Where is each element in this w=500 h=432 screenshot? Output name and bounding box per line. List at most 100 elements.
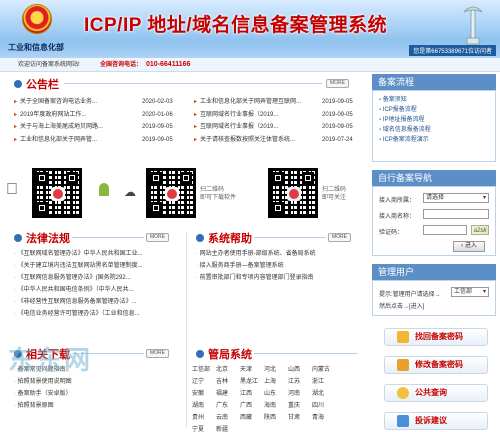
list-item[interactable]: 《互联网域名管理办法》中华人民共和国工业... (14, 248, 184, 260)
province-link[interactable]: 山西 (288, 366, 312, 374)
process-link[interactable]: ICP报备流程 (379, 105, 489, 115)
list-item[interactable]: ▸ 关于全国备案咨询电话业务... 2020-02-03 (14, 96, 190, 109)
province-link[interactable]: 重庆 (288, 402, 312, 410)
list-item[interactable]: 《关于建立境内违法互联网站黑名单管理制度... (14, 260, 184, 272)
monument-icon (463, 6, 483, 45)
watermark-logo: 东东网 (8, 345, 93, 375)
process-link[interactable]: ICP备案流程演示 (379, 135, 489, 145)
list-item[interactable]: 拍照背景使用说明图 (14, 376, 72, 388)
welcome-bar: 欢迎访问备案系统网站! 全国咨询电话： 010-66411166 (0, 58, 500, 72)
list-item[interactable]: 《电信业务经营许可管理办法》（工业和信息... (14, 308, 184, 320)
province-link[interactable]: 云南 (216, 414, 240, 422)
captcha-input[interactable] (423, 225, 467, 235)
follow-qr-code (268, 168, 318, 218)
province-link[interactable]: 青海 (312, 414, 336, 422)
province-link[interactable]: 陕西 (264, 414, 288, 422)
list-item[interactable]: 拍照背景原图 (14, 400, 72, 412)
process-link[interactable]: 备案须知 (379, 95, 489, 105)
province-link[interactable]: 内蒙古 (312, 366, 336, 374)
arrow-icon: › (461, 243, 464, 249)
help-more-button[interactable]: MORE (328, 233, 351, 242)
enter-button[interactable]: › 进入 (453, 241, 485, 252)
process-link[interactable]: IP地址报备流程 (379, 115, 489, 125)
captcha-image[interactable]: a2sk (471, 225, 489, 235)
bullet-icon (196, 234, 204, 242)
self-filing-header: 自行备案导航 (372, 170, 496, 186)
site-title: ICP/IP 地址/域名信息备案管理系统 (84, 15, 388, 36)
title-rule (72, 237, 144, 238)
list-item[interactable]: 《中华人民共和国电信条例》（中华人民共... (14, 284, 184, 296)
bullet-icon (14, 234, 22, 242)
province-link[interactable]: 贵州 (192, 414, 216, 422)
title-rule (64, 83, 322, 84)
province-link[interactable]: 上海 (264, 378, 288, 386)
bullet-icon (196, 350, 204, 358)
province-link[interactable]: 吉林 (216, 378, 240, 386)
laws-more-button[interactable]: MORE (146, 233, 169, 242)
province-link[interactable]: 新疆 (216, 426, 240, 432)
complaint-button[interactable]: 投诉建议 (384, 412, 488, 430)
search-icon (397, 387, 409, 399)
province-link[interactable]: 工信部 (192, 366, 216, 374)
province-link[interactable]: 河北 (264, 366, 288, 374)
list-item[interactable]: ▸ 工业和信息化部关于网弄管理互联网... 2019-09-05 (194, 96, 360, 109)
edit-icon (397, 359, 409, 371)
welcome-text: 欢迎访问备案系统网站! (18, 62, 80, 68)
list-item[interactable]: 《非经营性互联网信息服务备案管理办法》... (14, 296, 184, 308)
province-link[interactable]: 山东 (264, 390, 288, 398)
province-link[interactable]: 辽宁 (192, 378, 216, 386)
province-link[interactable]: 江苏 (288, 378, 312, 386)
list-item[interactable]: ▸ 2019年度政府网站工作... 2020-01-06 (14, 109, 190, 122)
province-link[interactable]: 湖北 (312, 390, 336, 398)
province-link[interactable]: 甘肃 (288, 414, 312, 422)
list-item[interactable]: ▸ 互联网域名行业事报（2019... 2019-09-05 (194, 121, 360, 134)
province-link[interactable]: 福建 (216, 390, 240, 398)
laws-panel: 法律法规 MORE 《互联网域名管理办法》中华人民共和国工业... 《关于建立境… (8, 228, 184, 332)
province-link[interactable]: 四川 (312, 402, 336, 410)
province-link[interactable]: 西藏 (240, 414, 264, 422)
list-item[interactable]: 接入服务商手册—备案管理系统 (196, 260, 364, 272)
list-item[interactable]: 网站主办者使用手册-部级系统、省备局系统 (196, 248, 364, 260)
download-qr-code (146, 168, 196, 218)
province-select[interactable]: 请选择 (423, 193, 489, 203)
list-item[interactable]: ▸ 关于与海上海美尾成地贝网路... 2019-09-05 (14, 121, 190, 134)
public-query-button[interactable]: 公共查询 (384, 384, 488, 402)
admin-box: 提示:管理用户请选择→ 工信部 然后点击→[进入] (372, 280, 496, 316)
province-link[interactable]: 浙江 (312, 378, 336, 386)
hotline-label: 全国咨询电话： (100, 62, 143, 68)
province-grid: 工信部 北京 天津 河北 山西 内蒙古 辽宁 吉林 黑龙江 上海 江苏 浙江 安… (192, 366, 336, 432)
province-link[interactable]: 安徽 (192, 390, 216, 398)
admin-header: 管理用户 (372, 264, 496, 280)
list-item[interactable]: ▸ 工业和信息化部关于网弄管... 2019-09-05 (14, 134, 190, 147)
province-link[interactable]: 河南 (288, 390, 312, 398)
province-link[interactable]: 江西 (240, 390, 264, 398)
list-item[interactable]: ▸ 互联网域名行业事报（2019... 2019-09-05 (194, 109, 360, 122)
list-item[interactable]: 前置审批部门和专项内容管理部门登录指南 (196, 272, 364, 284)
laws-list: 《互联网域名管理办法》中华人民共和国工业... 《关于建立境内违法互联网站黑名单… (14, 248, 184, 320)
downloads-more-button[interactable]: MORE (146, 349, 169, 358)
apple-icon:  (6, 182, 18, 198)
province-link[interactable]: 海南 (264, 402, 288, 410)
column-divider (186, 232, 187, 428)
retrieve-password-button[interactable]: 找回备案密码 (384, 328, 488, 346)
national-emblem-icon (22, 4, 52, 34)
process-link[interactable]: 域名信息报备流程 (379, 125, 489, 135)
province-link[interactable]: 黑龙江 (240, 378, 264, 386)
admin-select[interactable]: 工信部 (451, 287, 489, 297)
admin-enter-text[interactable]: 然后点击→[进入] (379, 301, 424, 310)
list-item[interactable]: ▸ 关于请核查报数按照关注体管系统... 2019-07-24 (194, 134, 360, 147)
bullet-icon (14, 80, 22, 88)
provinces-panel: 管局系统 工信部 北京 天津 河北 山西 内蒙古 辽宁 吉林 黑龙江 上海 江苏… (190, 344, 366, 432)
list-item[interactable]: 《互联网信息服务管理办法》(国务院292... (14, 272, 184, 284)
provider-name-input[interactable] (423, 209, 489, 219)
province-link[interactable]: 天津 (240, 366, 264, 374)
province-link[interactable]: 北京 (216, 366, 240, 374)
change-password-button[interactable]: 修改备案密码 (384, 356, 488, 374)
province-link[interactable]: 湖南 (192, 402, 216, 410)
province-link[interactable]: 广东 (216, 402, 240, 410)
list-item[interactable]: 备案助手（安卓版） (14, 388, 72, 400)
province-link[interactable]: 宁夏 (192, 426, 216, 432)
province-link[interactable]: 广西 (240, 402, 264, 410)
announcement-more-button[interactable]: MORE (326, 79, 349, 88)
process-box: 备案须知 ICP报备流程 IP地址报备流程 域名信息报备流程 ICP备案流程演示 (372, 90, 496, 162)
